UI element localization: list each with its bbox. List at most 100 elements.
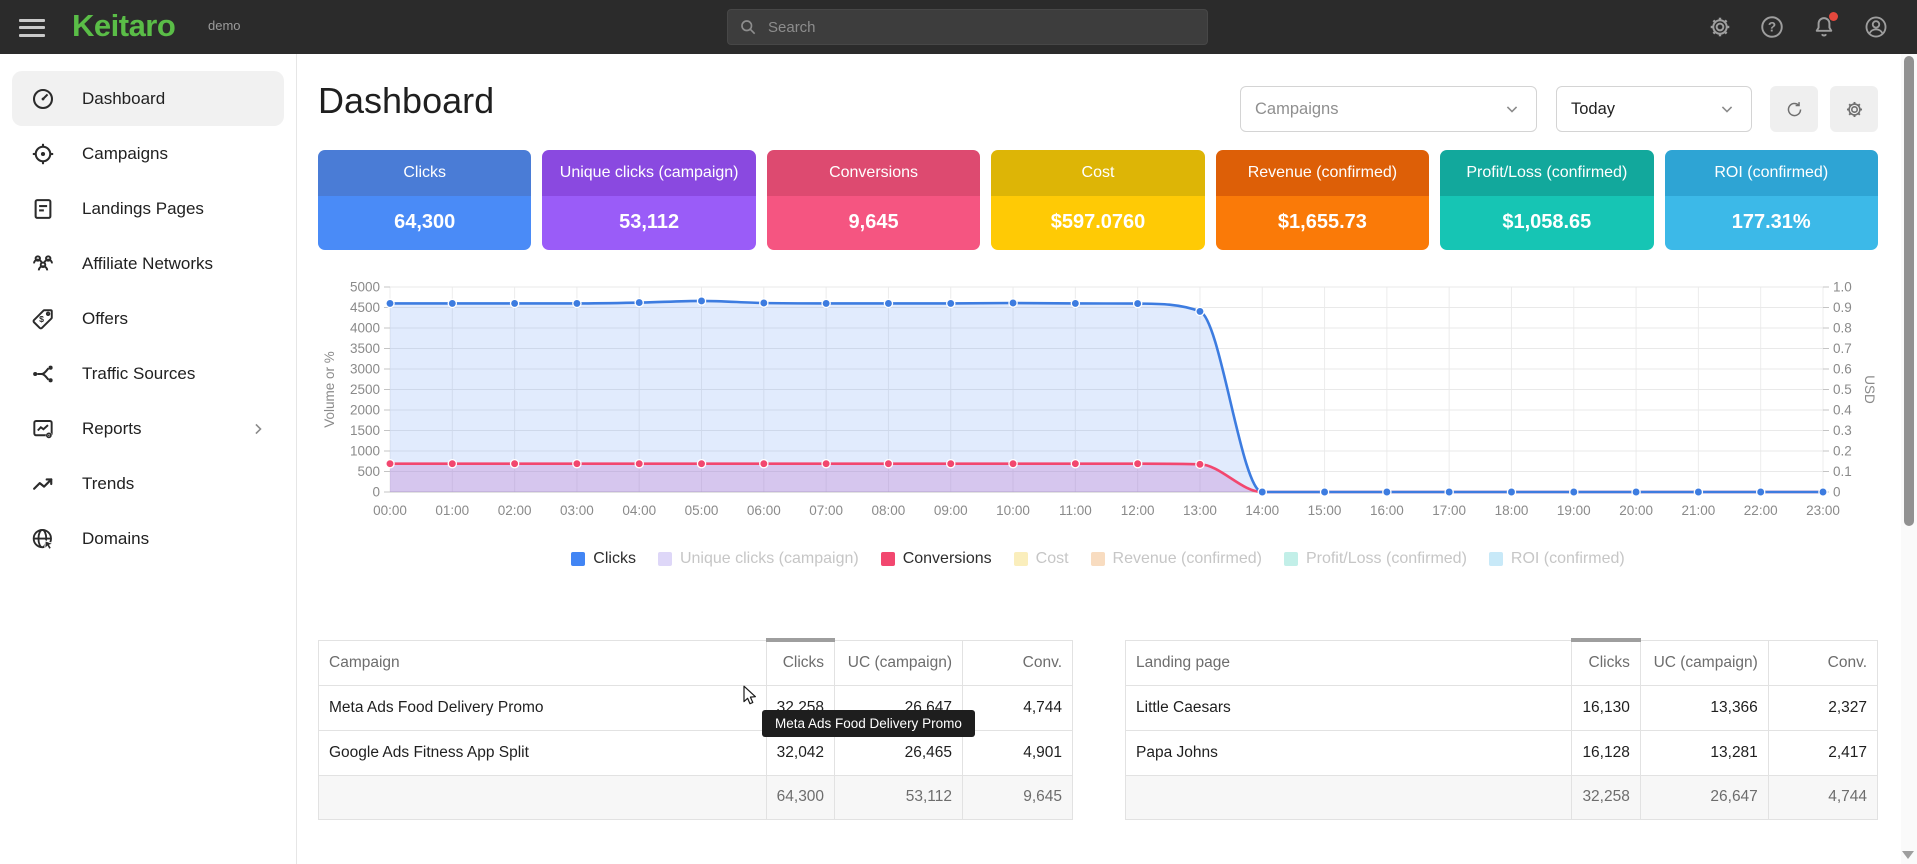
table-cell[interactable]: 13,366 — [1640, 685, 1768, 730]
table-cell[interactable]: Meta Ads Food Delivery Promo — [319, 685, 767, 730]
chart-legend: Clicks Unique clicks (campaign) Conversi… — [318, 550, 1878, 568]
date-range-select[interactable]: Today — [1556, 86, 1752, 132]
svg-text:3500: 3500 — [350, 341, 380, 356]
stat-card-unique-clicks-campaign[interactable]: Unique clicks (campaign) 53,112 — [542, 150, 755, 250]
table-cell[interactable]: Little Caesars — [1126, 685, 1572, 730]
affiliate-networks-icon — [30, 251, 56, 277]
sidebar-item-domains[interactable]: Domains — [12, 511, 284, 566]
legend-swatch — [881, 552, 895, 566]
stat-card-roi-confirmed[interactable]: ROI (confirmed) 177.31% — [1665, 150, 1878, 250]
svg-text:08:00: 08:00 — [872, 503, 906, 518]
table-cell[interactable]: Google Ads Fitness App Split — [319, 730, 767, 775]
legend-item-unique-clicks-campaign[interactable]: Unique clicks (campaign) — [658, 550, 859, 568]
svg-text:03:00: 03:00 — [560, 503, 594, 518]
sidebar-item-dashboard[interactable]: Dashboard — [12, 71, 284, 126]
svg-text:500: 500 — [357, 464, 380, 479]
page-scrollbar[interactable] — [1901, 54, 1917, 864]
help-button[interactable] — [1759, 14, 1785, 40]
table-row[interactable]: Papa Johns16,12813,2812,417 — [1126, 730, 1878, 775]
legend-swatch — [1489, 552, 1503, 566]
svg-text:04:00: 04:00 — [622, 503, 656, 518]
sidebar-item-campaigns[interactable]: Campaigns — [12, 126, 284, 181]
menu-icon[interactable] — [18, 14, 46, 40]
stat-card-title: Revenue (confirmed) — [1216, 150, 1429, 196]
totals-cell: 26,647 — [1640, 775, 1768, 819]
svg-text:5000: 5000 — [350, 280, 380, 295]
table-cell[interactable]: 4,901 — [963, 730, 1073, 775]
column-header-conv[interactable]: Conv. — [963, 640, 1073, 685]
table-row[interactable]: Little Caesars16,13013,3662,327 — [1126, 685, 1878, 730]
table-cell[interactable]: 13,281 — [1640, 730, 1768, 775]
stat-card-clicks[interactable]: Clicks 64,300 — [318, 150, 531, 250]
legend-item-clicks[interactable]: Clicks — [571, 550, 636, 568]
stat-card-value: $1,058.65 — [1440, 196, 1653, 250]
sidebar-item-traffic-sources[interactable]: Traffic Sources — [12, 346, 284, 401]
svg-text:11:00: 11:00 — [1059, 503, 1092, 518]
legend-item-cost[interactable]: Cost — [1014, 550, 1069, 568]
svg-text:1.0: 1.0 — [1833, 280, 1852, 295]
column-header-conv[interactable]: Conv. — [1768, 640, 1877, 685]
environment-label: demo — [208, 18, 241, 33]
sidebar-item-reports[interactable]: Reports — [12, 401, 284, 456]
table-cell[interactable]: 16,130 — [1572, 685, 1640, 730]
sidebar: Dashboard Campaigns Landings Pages Affil… — [0, 54, 297, 864]
stat-card-value: 9,645 — [767, 196, 980, 250]
legend-item-profit-loss-confirmed[interactable]: Profit/Loss (confirmed) — [1284, 550, 1467, 568]
column-header-uc-campaign[interactable]: UC (campaign) — [1640, 640, 1768, 685]
legend-item-roi-confirmed[interactable]: ROI (confirmed) — [1489, 550, 1625, 568]
stat-card-value: $1,655.73 — [1216, 196, 1429, 250]
column-header-uc-campaign[interactable]: UC (campaign) — [835, 640, 963, 685]
totals-cell: 64,300 — [766, 775, 834, 819]
svg-text:USD: USD — [1862, 375, 1877, 404]
column-header-landing-page[interactable]: Landing page — [1126, 640, 1572, 685]
table-cell[interactable]: 4,744 — [963, 685, 1073, 730]
stat-card-revenue-confirmed[interactable]: Revenue (confirmed) $1,655.73 — [1216, 150, 1429, 250]
stat-card-value: $597.0760 — [991, 196, 1204, 250]
dashboard-chart[interactable]: 0500100015002000250030003500400045005000… — [318, 280, 1878, 528]
keitaro-logo[interactable]: Keitaro — [72, 8, 175, 44]
chevron-down-icon — [1717, 99, 1737, 119]
svg-text:14:00: 14:00 — [1245, 503, 1279, 518]
notifications-button[interactable] — [1811, 14, 1837, 40]
sidebar-item-label: Offers — [82, 309, 128, 329]
svg-text:0.2: 0.2 — [1833, 444, 1852, 459]
sidebar-item-landings-pages[interactable]: Landings Pages — [12, 181, 284, 236]
svg-text:12:00: 12:00 — [1121, 503, 1155, 518]
totals-cell: 53,112 — [835, 775, 963, 819]
search-input[interactable] — [768, 19, 1197, 36]
scroll-down-arrow-icon[interactable] — [1902, 851, 1914, 859]
settings-button[interactable] — [1707, 14, 1733, 40]
svg-text:17:00: 17:00 — [1432, 503, 1466, 518]
stat-card-cost[interactable]: Cost $597.0760 — [991, 150, 1204, 250]
help-icon — [1759, 14, 1785, 40]
column-header-campaign[interactable]: Campaign — [319, 640, 767, 685]
table-cell[interactable]: 16,128 — [1572, 730, 1640, 775]
table-cell[interactable]: 2,417 — [1768, 730, 1877, 775]
sidebar-item-offers[interactable]: Offers — [12, 291, 284, 346]
dashboard-settings-button[interactable] — [1830, 86, 1878, 132]
svg-text:1500: 1500 — [350, 423, 380, 438]
legend-item-revenue-confirmed[interactable]: Revenue (confirmed) — [1091, 550, 1262, 568]
column-header-clicks[interactable]: Clicks — [766, 640, 834, 685]
legend-swatch — [658, 552, 672, 566]
svg-text:0.8: 0.8 — [1833, 321, 1852, 336]
legend-item-conversions[interactable]: Conversions — [881, 550, 992, 568]
legend-swatch — [571, 552, 585, 566]
stat-card-conversions[interactable]: Conversions 9,645 — [767, 150, 980, 250]
refresh-button[interactable] — [1770, 86, 1818, 132]
table-cell[interactable]: Papa Johns — [1126, 730, 1572, 775]
refresh-icon — [1784, 99, 1805, 120]
campaign-filter-select[interactable]: Campaigns — [1240, 86, 1537, 132]
stat-card-title: Conversions — [767, 150, 980, 196]
scrollbar-thumb[interactable] — [1904, 56, 1914, 526]
date-range-value: Today — [1571, 100, 1615, 119]
campaigns-icon — [30, 141, 56, 167]
sidebar-item-label: Trends — [82, 474, 134, 494]
account-button[interactable] — [1863, 14, 1889, 40]
table-cell[interactable]: 2,327 — [1768, 685, 1877, 730]
sidebar-item-affiliate-networks[interactable]: Affiliate Networks — [12, 236, 284, 291]
column-header-clicks[interactable]: Clicks — [1572, 640, 1640, 685]
svg-text:07:00: 07:00 — [809, 503, 843, 518]
sidebar-item-trends[interactable]: Trends — [12, 456, 284, 511]
stat-card-profit-loss-confirmed[interactable]: Profit/Loss (confirmed) $1,058.65 — [1440, 150, 1653, 250]
